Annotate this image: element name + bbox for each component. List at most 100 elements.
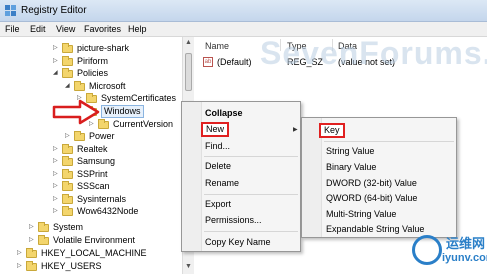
collapse-icon[interactable]: ◢	[53, 68, 58, 79]
column-name[interactable]: Name	[205, 41, 229, 51]
expand-icon[interactable]: ▷	[53, 206, 58, 217]
tree-item-label: SystemCertificates	[101, 93, 177, 103]
watermark: SevenForums.	[260, 35, 487, 71]
folder-icon	[74, 81, 85, 91]
menu-copy-key-name[interactable]: Copy Key Name	[205, 236, 271, 249]
folder-icon	[62, 194, 73, 204]
submenu-binary-value[interactable]: Binary Value	[326, 161, 376, 174]
tree-item[interactable]: ▷ HKEY_LOCAL_MACHINE	[0, 248, 182, 259]
folder-icon	[38, 235, 49, 245]
tree-item-label: HKEY_USERS	[41, 261, 102, 271]
folder-icon	[62, 156, 73, 166]
tree-item-label: CurrentVersion	[113, 119, 174, 129]
submenu-arrow-icon: ▶	[293, 127, 298, 133]
collapse-icon[interactable]: ◢	[65, 81, 70, 92]
site-logo: 运维网 iyunv.com	[410, 229, 487, 271]
expand-icon[interactable]: ▷	[17, 248, 22, 259]
tree-item[interactable]: ▷ Piriform	[0, 56, 182, 67]
expand-icon[interactable]: ▷	[17, 261, 22, 272]
expand-icon[interactable]: ▷	[53, 56, 58, 67]
folder-icon	[62, 56, 73, 66]
menu-find[interactable]: Find...	[205, 140, 230, 153]
logo-url: iyunv.com	[442, 252, 487, 264]
tree-item-label: Samsung	[77, 156, 116, 166]
submenu-multi-string-value[interactable]: Multi-String Value	[326, 208, 396, 221]
tree-item[interactable]: ▷ SSPrint	[0, 169, 182, 180]
string-value-icon: ab	[203, 57, 213, 67]
tree-item-label: Power	[89, 131, 115, 141]
folder-icon	[62, 169, 73, 179]
tree-item[interactable]: ▷ HKEY_USERS	[0, 261, 182, 272]
menu-edit[interactable]: Edit	[30, 24, 46, 34]
tree-item[interactable]: ◢ Microsoft	[0, 81, 182, 92]
expand-icon[interactable]: ▷	[29, 235, 34, 246]
tree-item[interactable]: ▷ SSScan	[0, 181, 182, 192]
scroll-down-icon[interactable]: ▼	[185, 263, 192, 270]
menu-separator	[324, 141, 454, 142]
menu-rename[interactable]: Rename	[205, 177, 239, 190]
tree-item-label: Windows	[101, 105, 144, 118]
scroll-up-icon[interactable]: ▲	[185, 39, 192, 46]
menu-separator	[204, 231, 298, 232]
expand-icon[interactable]: ▷	[53, 43, 58, 54]
context-menu: Collapse New ▶ Find... Delete Rename Exp…	[181, 101, 301, 252]
tree-item[interactable]: ▷ Sysinternals	[0, 194, 182, 205]
tree-item-label: SSScan	[77, 181, 110, 191]
tree-item[interactable]: ▷ Volatile Environment	[0, 235, 182, 246]
tree-item[interactable]: ▷ Samsung	[0, 156, 182, 167]
tree-item-label: System	[53, 222, 84, 232]
submenu-dword-value[interactable]: DWORD (32-bit) Value	[326, 177, 417, 190]
tree-item[interactable]: ▷ Power	[0, 131, 182, 142]
folder-icon	[38, 222, 49, 232]
menu-view[interactable]: View	[56, 24, 75, 34]
submenu-string-value[interactable]: String Value	[326, 145, 374, 158]
expand-icon[interactable]: ▷	[53, 156, 58, 167]
menu-export[interactable]: Export	[205, 198, 231, 211]
tree-item-label: Sysinternals	[77, 194, 127, 204]
tree-item-label: HKEY_LOCAL_MACHINE	[41, 248, 147, 258]
menu-separator	[204, 156, 298, 157]
menu-help[interactable]: Help	[128, 24, 147, 34]
menu-separator	[204, 194, 298, 195]
tree-item-label: Microsoft	[89, 81, 126, 91]
tree-item[interactable]: ◢ Policies	[0, 68, 182, 79]
scroll-thumb[interactable]	[185, 53, 192, 91]
new-submenu: Key String Value Binary Value DWORD (32-…	[301, 117, 457, 238]
tree-item[interactable]: ▷ System	[0, 222, 182, 233]
expand-icon[interactable]: ▷	[53, 169, 58, 180]
tree-item-label: Policies	[77, 68, 109, 78]
submenu-key[interactable]: Key	[319, 123, 345, 138]
submenu-qword-value[interactable]: QWORD (64-bit) Value	[326, 192, 417, 205]
tree-item-label: Volatile Environment	[53, 235, 136, 245]
registry-icon	[5, 5, 16, 16]
folder-icon	[26, 248, 37, 258]
tree-item[interactable]: ▷ Wow6432Node	[0, 206, 182, 217]
folder-icon	[62, 206, 73, 216]
tree-item[interactable]: ▷ Realtek	[0, 144, 182, 155]
red-arrow-icon	[52, 99, 100, 125]
tree-item-label: Realtek	[77, 144, 108, 154]
menu-new[interactable]: New	[201, 122, 230, 137]
logo-ring-icon	[412, 235, 442, 265]
expand-icon[interactable]: ▷	[53, 144, 58, 155]
folder-icon	[62, 181, 73, 191]
tree-item-label: picture-shark	[77, 43, 130, 53]
expand-icon[interactable]: ▷	[65, 131, 70, 142]
menu-gutter	[182, 102, 202, 251]
menu-collapse[interactable]: Collapse	[205, 107, 243, 120]
expand-icon[interactable]: ▷	[53, 181, 58, 192]
value-name[interactable]: (Default)	[217, 57, 252, 67]
title-bar: Registry Editor	[0, 0, 487, 22]
menu-delete[interactable]: Delete	[205, 160, 231, 173]
logo-text: 运维网	[446, 236, 486, 251]
folder-icon	[62, 43, 73, 53]
window-title: Registry Editor	[21, 5, 87, 16]
menu-permissions[interactable]: Permissions...	[205, 214, 262, 227]
tree-item-label: SSPrint	[77, 169, 108, 179]
menu-file[interactable]: File	[5, 24, 20, 34]
expand-icon[interactable]: ▷	[29, 222, 34, 233]
menu-favorites[interactable]: Favorites	[84, 24, 121, 34]
expand-icon[interactable]: ▷	[53, 194, 58, 205]
folder-icon	[62, 144, 73, 154]
tree-item[interactable]: ▷ picture-shark	[0, 43, 182, 54]
